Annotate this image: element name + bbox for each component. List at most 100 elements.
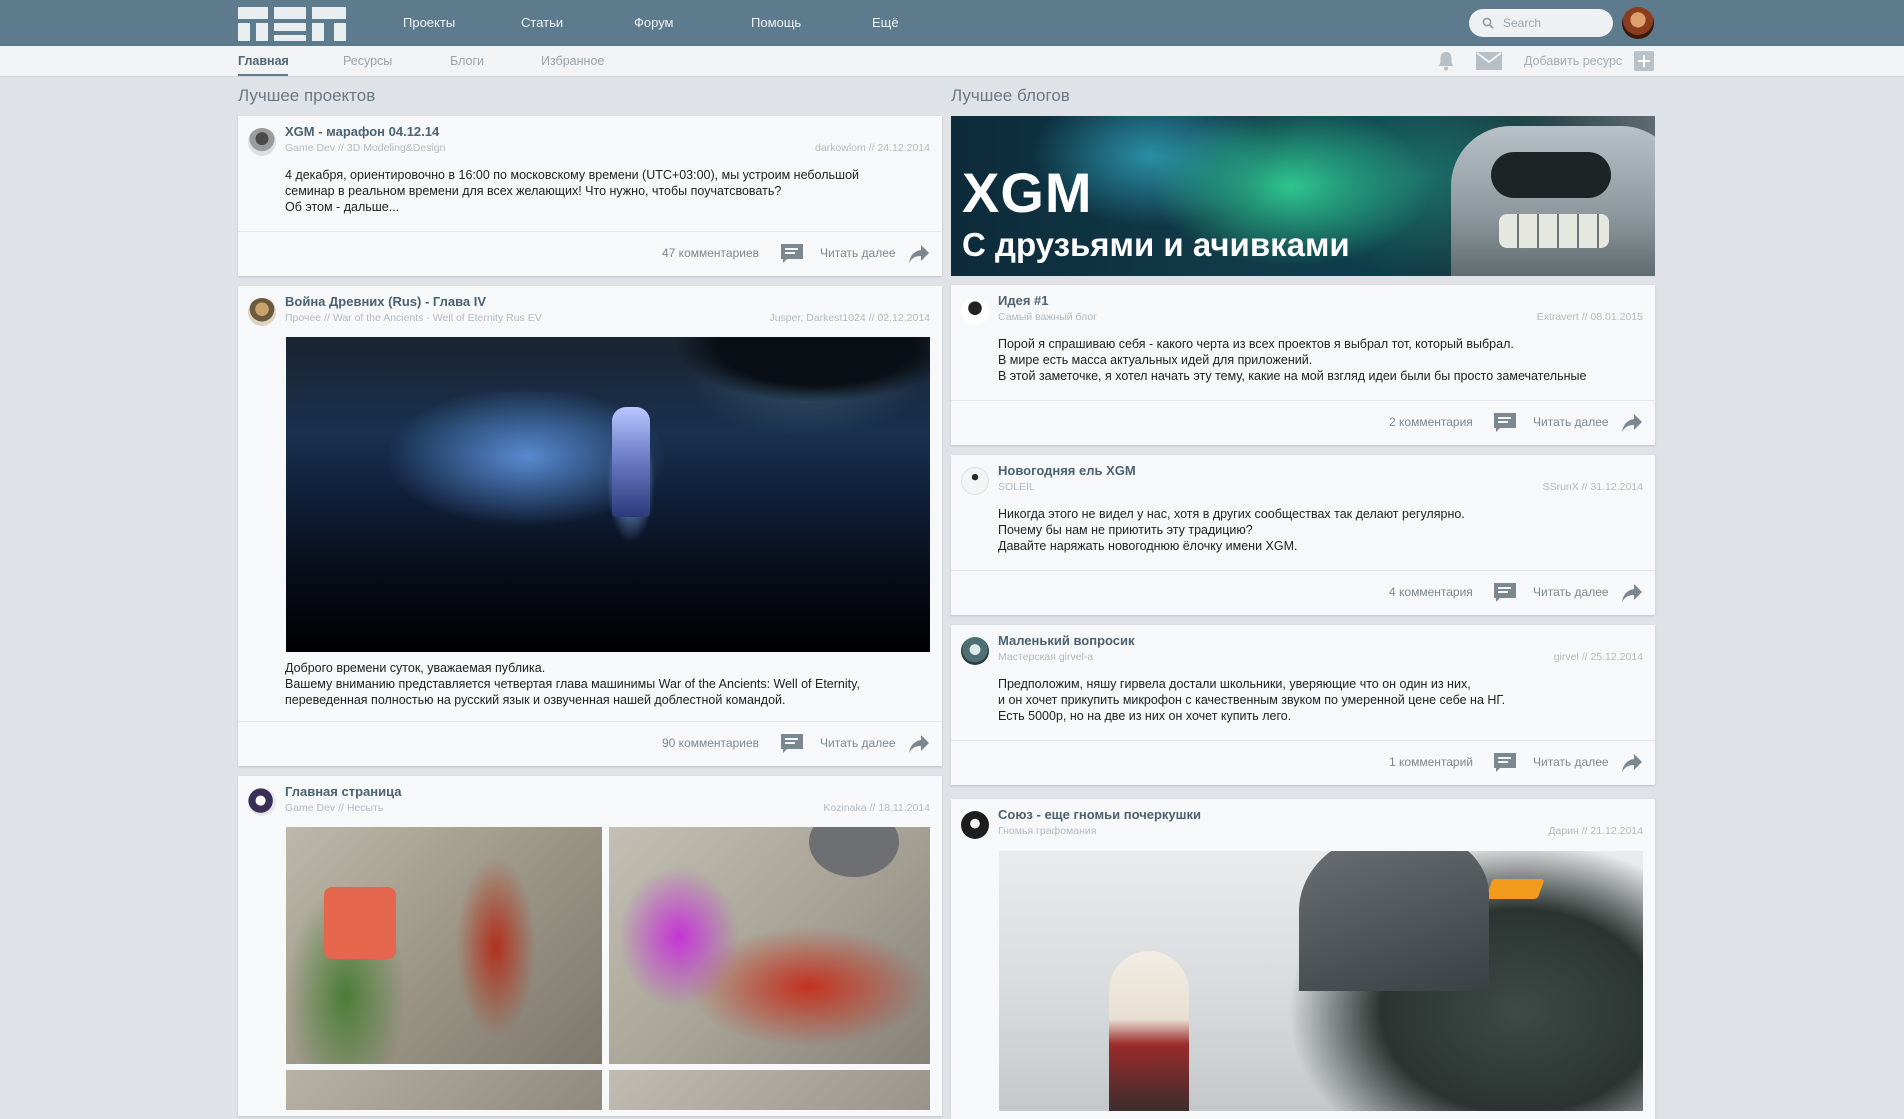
post-title[interactable]: Маленький вопросик: [998, 633, 1135, 648]
comment-icon[interactable]: [781, 244, 803, 264]
comments-link[interactable]: 47 комментариев: [662, 246, 759, 260]
character-figure: [612, 407, 650, 517]
share-arrow-icon[interactable]: [1622, 414, 1642, 432]
user-avatar[interactable]: [1622, 7, 1654, 39]
post-title[interactable]: Новогодняя ель XGM: [998, 463, 1136, 478]
post-category[interactable]: Мастерская girvel-a: [998, 651, 1093, 663]
bell-icon[interactable]: [1437, 51, 1455, 71]
post-title[interactable]: Главная страница: [285, 784, 401, 799]
post-category[interactable]: Game Dev // 3D Modeling&Design: [285, 142, 446, 154]
post-text: Никогда этого не видел у нас, хотя в дру…: [998, 506, 1465, 554]
tab-favorites[interactable]: Избранное: [541, 54, 604, 68]
post-title[interactable]: XGM - марафон 04.12.14: [285, 124, 439, 139]
post-category[interactable]: Гномья графомания: [998, 825, 1096, 837]
nav-articles[interactable]: Статьи: [521, 15, 563, 30]
game-ui-dome: [809, 827, 899, 877]
post-title[interactable]: Союз - еще гномьи почеркушки: [998, 807, 1201, 822]
author-avatar[interactable]: [248, 128, 276, 156]
projects-section-title: Лучшее проектов: [238, 86, 376, 105]
robot-mouth: [1499, 214, 1609, 248]
site-logo[interactable]: [238, 7, 346, 41]
read-more-link[interactable]: Читать далее: [820, 246, 896, 260]
post-text-line: семинар в реальном времени для всех жела…: [285, 184, 782, 198]
post-category[interactable]: SOLEIL: [998, 481, 1035, 493]
plus-icon[interactable]: [1634, 51, 1654, 71]
post-title[interactable]: Война Древних (Rus) - Глава IV: [285, 294, 486, 309]
comment-icon[interactable]: [1494, 753, 1516, 773]
nav-more[interactable]: Ещё: [872, 15, 899, 30]
read-more-link[interactable]: Читать далее: [1533, 415, 1609, 429]
share-arrow-icon[interactable]: [909, 735, 929, 753]
nav-help[interactable]: Помощь: [751, 15, 801, 30]
sub-nav: Главная Ресурсы Блоги Избранное Добавить…: [0, 46, 1904, 77]
project-card: Война Древних (Rus) - Глава IV Прочее //…: [238, 286, 942, 766]
blog-card: Союз - еще гномьи почеркушки Гномья граф…: [951, 799, 1655, 1119]
screenshot-image[interactable]: [609, 1070, 930, 1110]
author-avatar[interactable]: [961, 467, 989, 495]
post-title[interactable]: Идея #1: [998, 293, 1048, 308]
comments-link[interactable]: 2 комментария: [1389, 415, 1473, 429]
comment-icon[interactable]: [1494, 583, 1516, 603]
share-arrow-icon[interactable]: [1622, 754, 1642, 772]
robot-head-illustration: [1451, 126, 1655, 276]
blog-card: Новогодняя ель XGM SOLEIL SSrunX // 31.1…: [951, 455, 1655, 615]
comment-icon[interactable]: [1494, 413, 1516, 433]
post-footer: 4 комментария Читать далее: [951, 570, 1655, 615]
screenshot-image[interactable]: [609, 827, 930, 1064]
tree-silhouette: [666, 337, 930, 427]
tab-resources[interactable]: Ресурсы: [343, 54, 392, 68]
post-text-line: Никогда этого не видел у нас, хотя в дру…: [998, 507, 1465, 521]
game-ui-icon: [324, 887, 396, 959]
girl-figure: [1109, 951, 1189, 1111]
search-input[interactable]: Search: [1469, 9, 1613, 37]
comments-link[interactable]: 1 комментарий: [1389, 755, 1473, 769]
banner-title: XGM: [962, 161, 1093, 224]
author-avatar[interactable]: [248, 788, 276, 816]
video-preview-image[interactable]: [286, 337, 930, 652]
post-footer: 1 комментарий Читать далее: [951, 740, 1655, 785]
screenshot-image[interactable]: [286, 1070, 602, 1110]
banner-subtitle: С друзьями и ачивками: [962, 226, 1350, 263]
share-arrow-icon[interactable]: [909, 245, 929, 263]
post-footer: 90 комментариев Читать далее: [238, 721, 942, 766]
tab-blogs[interactable]: Блоги: [450, 54, 484, 68]
project-card: XGM - марафон 04.12.14 Game Dev // 3D Mo…: [238, 116, 942, 276]
comment-icon[interactable]: [781, 734, 803, 754]
comments-link[interactable]: 4 комментария: [1389, 585, 1473, 599]
author-avatar[interactable]: [961, 637, 989, 665]
nav-forum[interactable]: Форум: [634, 15, 674, 30]
post-text-line: 4 декабря, ориентировочно в 16:00 по мос…: [285, 168, 860, 182]
read-more-link[interactable]: Читать далее: [1533, 755, 1609, 769]
post-footer: 2 комментария Читать далее: [951, 400, 1655, 445]
post-text-line: и он хочет прикупить микрофон с качестве…: [998, 693, 1506, 707]
share-arrow-icon[interactable]: [1622, 584, 1642, 602]
author-avatar[interactable]: [961, 811, 989, 839]
post-category[interactable]: Прочее // War of the Ancients - Well of …: [285, 312, 542, 324]
dragon-eye: [1485, 879, 1545, 899]
blogs-section-title: Лучшее блогов: [951, 86, 1070, 105]
add-resource-link[interactable]: Добавить ресурс: [1524, 54, 1622, 68]
post-meta: darkowlom // 24.12.2014: [815, 142, 930, 154]
post-category[interactable]: Самый важный блог: [998, 311, 1097, 323]
tab-home[interactable]: Главная: [238, 54, 289, 68]
screenshot-image[interactable]: [286, 827, 602, 1064]
author-avatar[interactable]: [961, 297, 989, 325]
read-more-link[interactable]: Читать далее: [820, 736, 896, 750]
post-meta: girvel // 25.12.2014: [1553, 651, 1643, 663]
artwork-image[interactable]: [999, 851, 1643, 1111]
read-more-link[interactable]: Читать далее: [1533, 585, 1609, 599]
nav-projects[interactable]: Проекты: [403, 15, 455, 30]
post-text-line: Порой я спрашиваю себя - какого черта из…: [998, 337, 1514, 351]
blog-card: Идея #1 Самый важный блог Extravert // 0…: [951, 285, 1655, 445]
post-text: Предположим, няшу гирвела достали школьн…: [998, 676, 1505, 724]
author-avatar[interactable]: [248, 298, 276, 326]
post-text: Порой я спрашиваю себя - какого черта из…: [998, 336, 1586, 384]
post-text-line: Доброго времени суток, уважаемая публика…: [285, 661, 546, 675]
blog-banner[interactable]: XGM С друзьями и ачивками: [951, 116, 1655, 276]
comments-link[interactable]: 90 комментариев: [662, 736, 759, 750]
post-meta: SSrunX // 31.12.2014: [1542, 481, 1643, 493]
rock-shape: [1299, 851, 1489, 991]
post-category[interactable]: Game Dev // Несыть: [285, 802, 383, 814]
mail-icon[interactable]: [1476, 52, 1502, 70]
search-icon: [1482, 17, 1494, 29]
